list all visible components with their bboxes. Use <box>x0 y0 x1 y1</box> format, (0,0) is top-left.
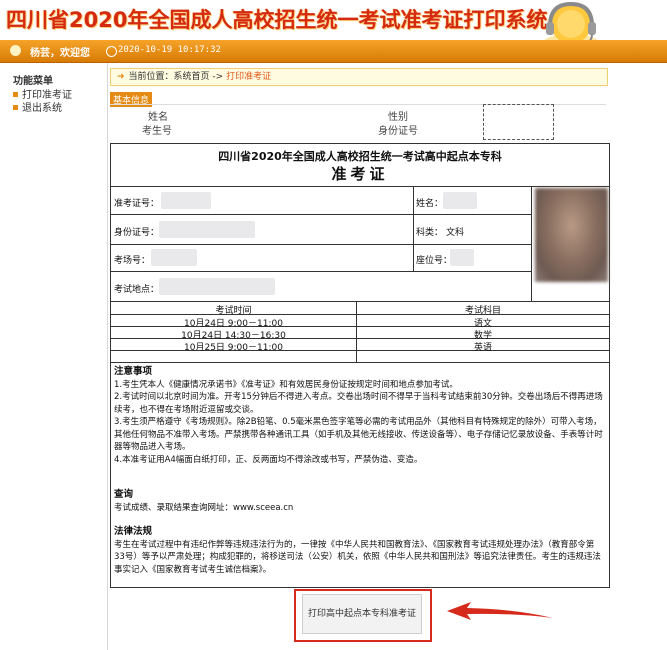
admission-ticket: 四川省2020年全国成人高校招生统一考试高中起点本专科 准考证 准考证号： 姓名… <box>110 143 610 588</box>
sidebar-item-label: 退出系统 <box>22 103 62 114</box>
divider <box>111 244 531 245</box>
notes-line: 2.考试时间以北京时间为准。开考15分钟后不得进入考点。交卷出场时间不得早于当科… <box>114 392 603 415</box>
exam-no-label: 考生号 <box>142 126 172 137</box>
schedule-time: 10月25日 9:00－11:00 <box>184 343 283 353</box>
ticket-title: 四川省2020年全国成人高校招生统一考试高中起点本专科 <box>218 150 502 163</box>
breadcrumb: ➜ 当前位置：系统首页 -> 打印准考证 <box>110 68 608 86</box>
query-title: 查询 <box>114 489 134 500</box>
candidate-photo-redacted <box>535 188 608 282</box>
sidebar-title: 功能菜单 <box>13 76 53 87</box>
top-status-bar: 杨芸，欢迎您 2020-10-19 10:17:32 <box>0 40 667 63</box>
name-field-label: 姓名： <box>416 199 444 209</box>
bullet-icon <box>13 92 18 97</box>
sidebar: 功能菜单 打印准考证 退出系统 <box>0 63 108 650</box>
divider <box>111 362 609 363</box>
divider <box>111 214 531 215</box>
law-text: 考生在考试过程中有违纪作弊等违规违法行为的，一律按《中华人民共和国教育法》、《国… <box>114 539 601 575</box>
ticket-no-value-redacted <box>161 192 211 209</box>
divider <box>413 186 414 271</box>
bullet-icon <box>13 105 18 110</box>
exam-room-value-redacted <box>151 249 197 266</box>
notes-title: 注意事项 <box>114 366 153 377</box>
photo-placeholder <box>483 104 554 140</box>
name-label: 姓名 <box>148 112 168 123</box>
query-text: 考试成绩、录取结果查询网址：www.sceea.cn <box>114 502 294 513</box>
seat-no-label: 座位号： <box>416 256 453 266</box>
name-value-redacted <box>443 192 477 209</box>
welcome-text: 杨芸，欢迎您 <box>30 48 90 59</box>
schedule-header-subject: 考试科目 <box>464 306 501 316</box>
breadcrumb-prefix: 当前位置：系统首页 -> <box>128 72 224 82</box>
divider <box>111 186 609 187</box>
location-label: 考试地点： <box>114 285 160 295</box>
schedule-header-time: 考试时间 <box>215 306 252 316</box>
law-section: 法律法规 考生在考试过程中有违纪作弊等违规违法行为的，一律按《中华人民共和国教育… <box>114 526 604 576</box>
seat-no-value-redacted <box>450 249 474 266</box>
notes-line: 3.考生须严格遵守《考场规则》。除2B铅笔、0.5毫米黑色签字笔等必需的考试用品… <box>114 417 603 452</box>
system-title: 四川省2020年全国成人高校招生统一考试准考证打印系统 <box>6 8 548 32</box>
id-number-label: 身份证号 <box>378 126 418 137</box>
divider <box>531 186 532 301</box>
app-header: 四川省2020年全国成人高校招生统一考试准考证打印系统 <box>0 0 667 54</box>
sidebar-item-logout[interactable]: 退出系统 <box>13 99 62 114</box>
query-section: 查询 考试成绩、录取结果查询网址：www.sceea.cn <box>114 489 604 514</box>
subject-type-value: 文科 <box>446 228 465 238</box>
subject-type-label: 科类： <box>416 228 444 238</box>
user-icon <box>10 45 21 56</box>
breadcrumb-current: 打印准考证 <box>226 72 272 82</box>
id-no-value-redacted <box>159 221 255 238</box>
print-ticket-button[interactable]: 打印高中起点本专科准考证 <box>302 594 422 634</box>
pointer-arrow-icon <box>447 602 553 620</box>
notes-line: 4.本准考证用A4幅面白纸打印，正、反两面均不得涂改或书写，严禁伪造、变造。 <box>114 454 423 465</box>
print-button-highlight: 打印高中起点本专科准考证 <box>294 589 432 642</box>
location-value-redacted <box>159 278 275 295</box>
gender-label: 性别 <box>388 112 408 123</box>
law-title: 法律法规 <box>114 526 153 537</box>
arrow-right-icon: ➜ <box>117 72 125 82</box>
clock-icon <box>106 46 117 57</box>
notes-line: 1.考生凭本人《健康情况承诺书》《准考证》和有效居民身份证按规定时间和地点参加考… <box>114 379 458 390</box>
divider <box>111 301 609 302</box>
ticket-no-label: 准考证号： <box>114 199 160 209</box>
schedule-subject: 英语 <box>473 343 492 353</box>
notes-section: 注意事项 1.考生凭本人《健康情况承诺书》《准考证》和有效居民身份证按规定时间和… <box>114 366 604 466</box>
current-datetime: 2020-10-19 10:17:32 <box>118 45 221 55</box>
exam-room-label: 考场号： <box>114 256 151 266</box>
id-no-label: 身份证号： <box>114 228 160 238</box>
divider <box>111 271 531 272</box>
ticket-subtitle: 准考证 <box>331 165 389 183</box>
